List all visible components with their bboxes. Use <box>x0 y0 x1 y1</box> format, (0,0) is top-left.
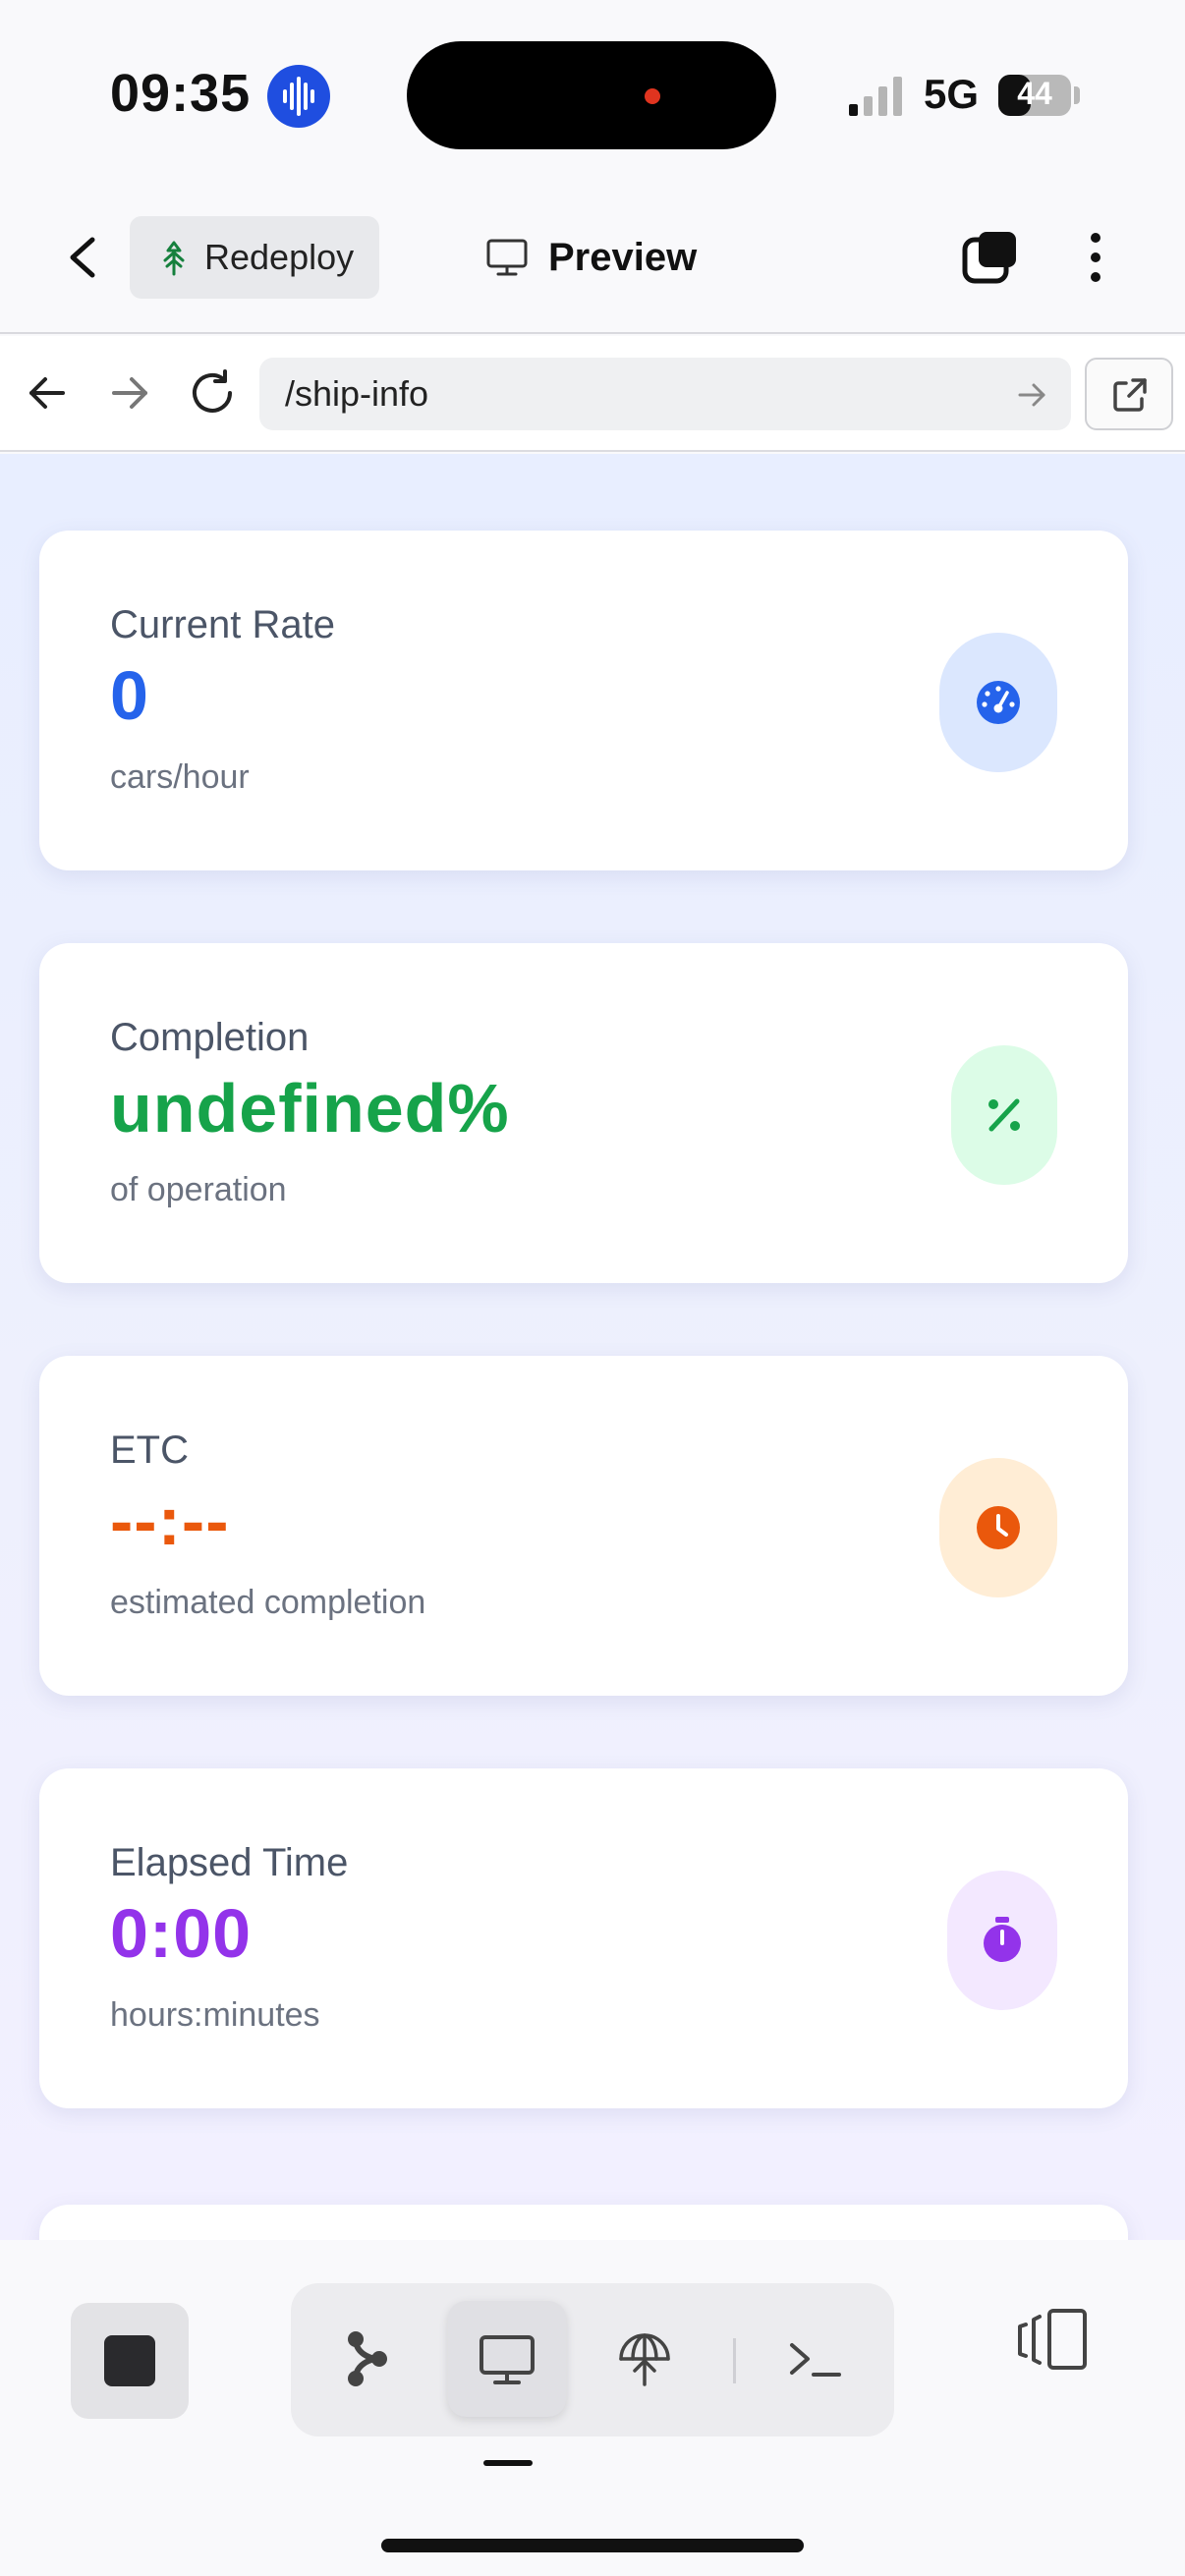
open-external-button[interactable] <box>1085 358 1173 430</box>
page-title-text: Preview <box>548 235 698 279</box>
battery-tip <box>1074 86 1080 104</box>
card-value: 0 <box>110 657 149 734</box>
dynamic-island <box>407 41 776 149</box>
card-unit: hours:minutes <box>110 1996 320 2034</box>
redeploy-button[interactable]: Redeploy <box>130 216 379 299</box>
monitor-icon <box>486 239 528 276</box>
app-header: Redeploy Preview <box>0 196 1185 334</box>
signal-icon <box>849 77 902 116</box>
page-title: Preview <box>485 226 697 289</box>
camera-indicator-icon <box>645 88 660 104</box>
card-unit: of operation <box>110 1171 287 1208</box>
chevron-left-icon[interactable] <box>55 226 110 289</box>
card-value: 0:00 <box>110 1895 253 1972</box>
deploy-tool-button[interactable] <box>586 2301 704 2417</box>
redeploy-label: Redeploy <box>204 237 355 277</box>
branch-tool-button[interactable] <box>309 2301 426 2417</box>
branch-icon <box>348 2331 387 2386</box>
network-type: 5G <box>924 71 980 117</box>
external-link-icon <box>1113 378 1147 412</box>
stop-button[interactable] <box>71 2303 189 2419</box>
terminal-tool-button[interactable] <box>757 2301 875 2417</box>
card-value: --:-- <box>110 1483 230 1559</box>
arrow-left-icon[interactable] <box>20 365 75 420</box>
stopwatch-icon <box>947 1871 1057 2010</box>
url-input[interactable] <box>259 358 1071 430</box>
card-label: Completion <box>110 1016 310 1059</box>
card-label: Current Rate <box>110 603 335 646</box>
speedometer-icon <box>939 633 1057 772</box>
app-screen: 09:35 5G 44 Redeploy Preview /ship-info … <box>0 0 1185 2576</box>
stop-icon <box>104 2335 155 2386</box>
tabs-icon[interactable] <box>959 226 1022 289</box>
panel-toggle-icon[interactable] <box>1012 2299 1095 2381</box>
clock-icon <box>939 1458 1057 1597</box>
more-vertical-icon[interactable] <box>1071 226 1120 289</box>
bottom-toolbar <box>0 2240 1185 2576</box>
battery-percent: 44 <box>1017 76 1052 111</box>
reload-icon[interactable] <box>185 365 240 420</box>
tool-group <box>291 2283 894 2436</box>
card-value: undefined% <box>110 1070 510 1147</box>
active-tab-indicator <box>483 2460 533 2466</box>
percent-icon <box>951 1045 1057 1185</box>
status-bar: 09:35 5G 44 <box>0 0 1185 196</box>
deploy-icon <box>619 2333 670 2386</box>
go-arrow-icon[interactable] <box>1012 377 1051 413</box>
home-indicator <box>381 2539 804 2552</box>
tree-icon <box>163 241 185 276</box>
card-label: ETC <box>110 1428 189 1472</box>
card-label: Elapsed Time <box>110 1841 349 1884</box>
elapsed-time-card: Elapsed Time 0:00 hours:minutes <box>39 1768 1128 2108</box>
voice-activity-icon <box>267 65 330 128</box>
next-card <box>39 2205 1128 2240</box>
card-unit: cars/hour <box>110 758 250 796</box>
preview-tool-button[interactable] <box>448 2301 566 2417</box>
status-time: 09:35 <box>110 64 252 123</box>
current-rate-card: Current Rate 0 cars/hour <box>39 531 1128 870</box>
completion-card: Completion undefined% of operation <box>39 943 1128 1283</box>
browser-url-bar <box>0 336 1185 452</box>
card-unit: estimated completion <box>110 1584 426 1621</box>
toolbar-divider <box>733 2338 736 2383</box>
monitor-icon <box>480 2335 535 2384</box>
preview-content: Current Rate 0 cars/hour Completion unde… <box>0 454 1185 2240</box>
terminal-icon <box>790 2343 841 2377</box>
etc-card: ETC --:-- estimated completion <box>39 1356 1128 1696</box>
arrow-right-icon[interactable] <box>102 365 157 420</box>
